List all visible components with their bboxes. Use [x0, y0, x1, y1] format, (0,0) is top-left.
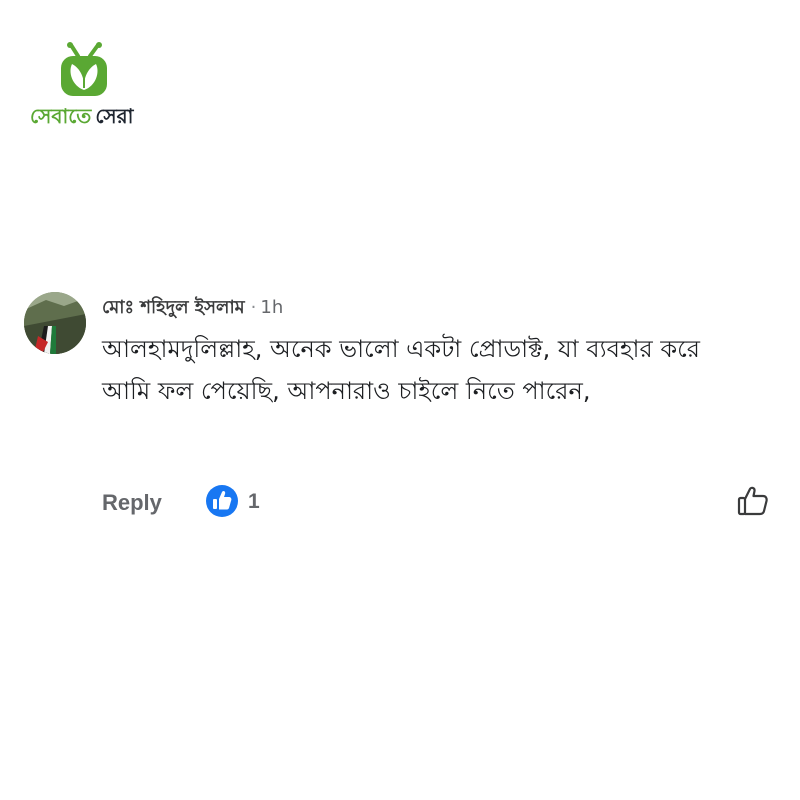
brand-logo-icon — [61, 42, 107, 96]
brand-word-primary: সেবাতে — [30, 104, 92, 128]
separator-dot: · — [250, 297, 257, 318]
like-count[interactable]: 1 — [248, 490, 260, 514]
comment-body: মোঃ শহিদুল ইসলাম · 1h আলহামদুলিল্লাহ, অনেক… — [102, 294, 752, 412]
comment-header: মোঃ শহিদুল ইসলাম · 1h — [102, 294, 752, 322]
thumbs-up-icon[interactable] — [205, 484, 239, 518]
reply-button[interactable]: Reply — [102, 490, 162, 516]
avatar-image — [24, 292, 86, 354]
thumbs-up-outline-icon[interactable] — [736, 484, 770, 518]
timestamp[interactable]: 1h — [260, 297, 283, 318]
comment-actions: Reply 1 — [102, 484, 782, 524]
comment-text: আলহামদুলিল্লাহ, অনেক ভালো একটা প্রোডাক্ট… — [102, 335, 700, 405]
brand-logo: সেবাতে সেরা — [30, 42, 140, 138]
avatar[interactable] — [24, 292, 86, 354]
brand-wordmark: সেবাতে সেরা — [30, 104, 133, 128]
brand-word-secondary: সেরা — [95, 104, 134, 128]
author-name[interactable]: মোঃ শহিদুল ইসলাম — [102, 297, 245, 318]
